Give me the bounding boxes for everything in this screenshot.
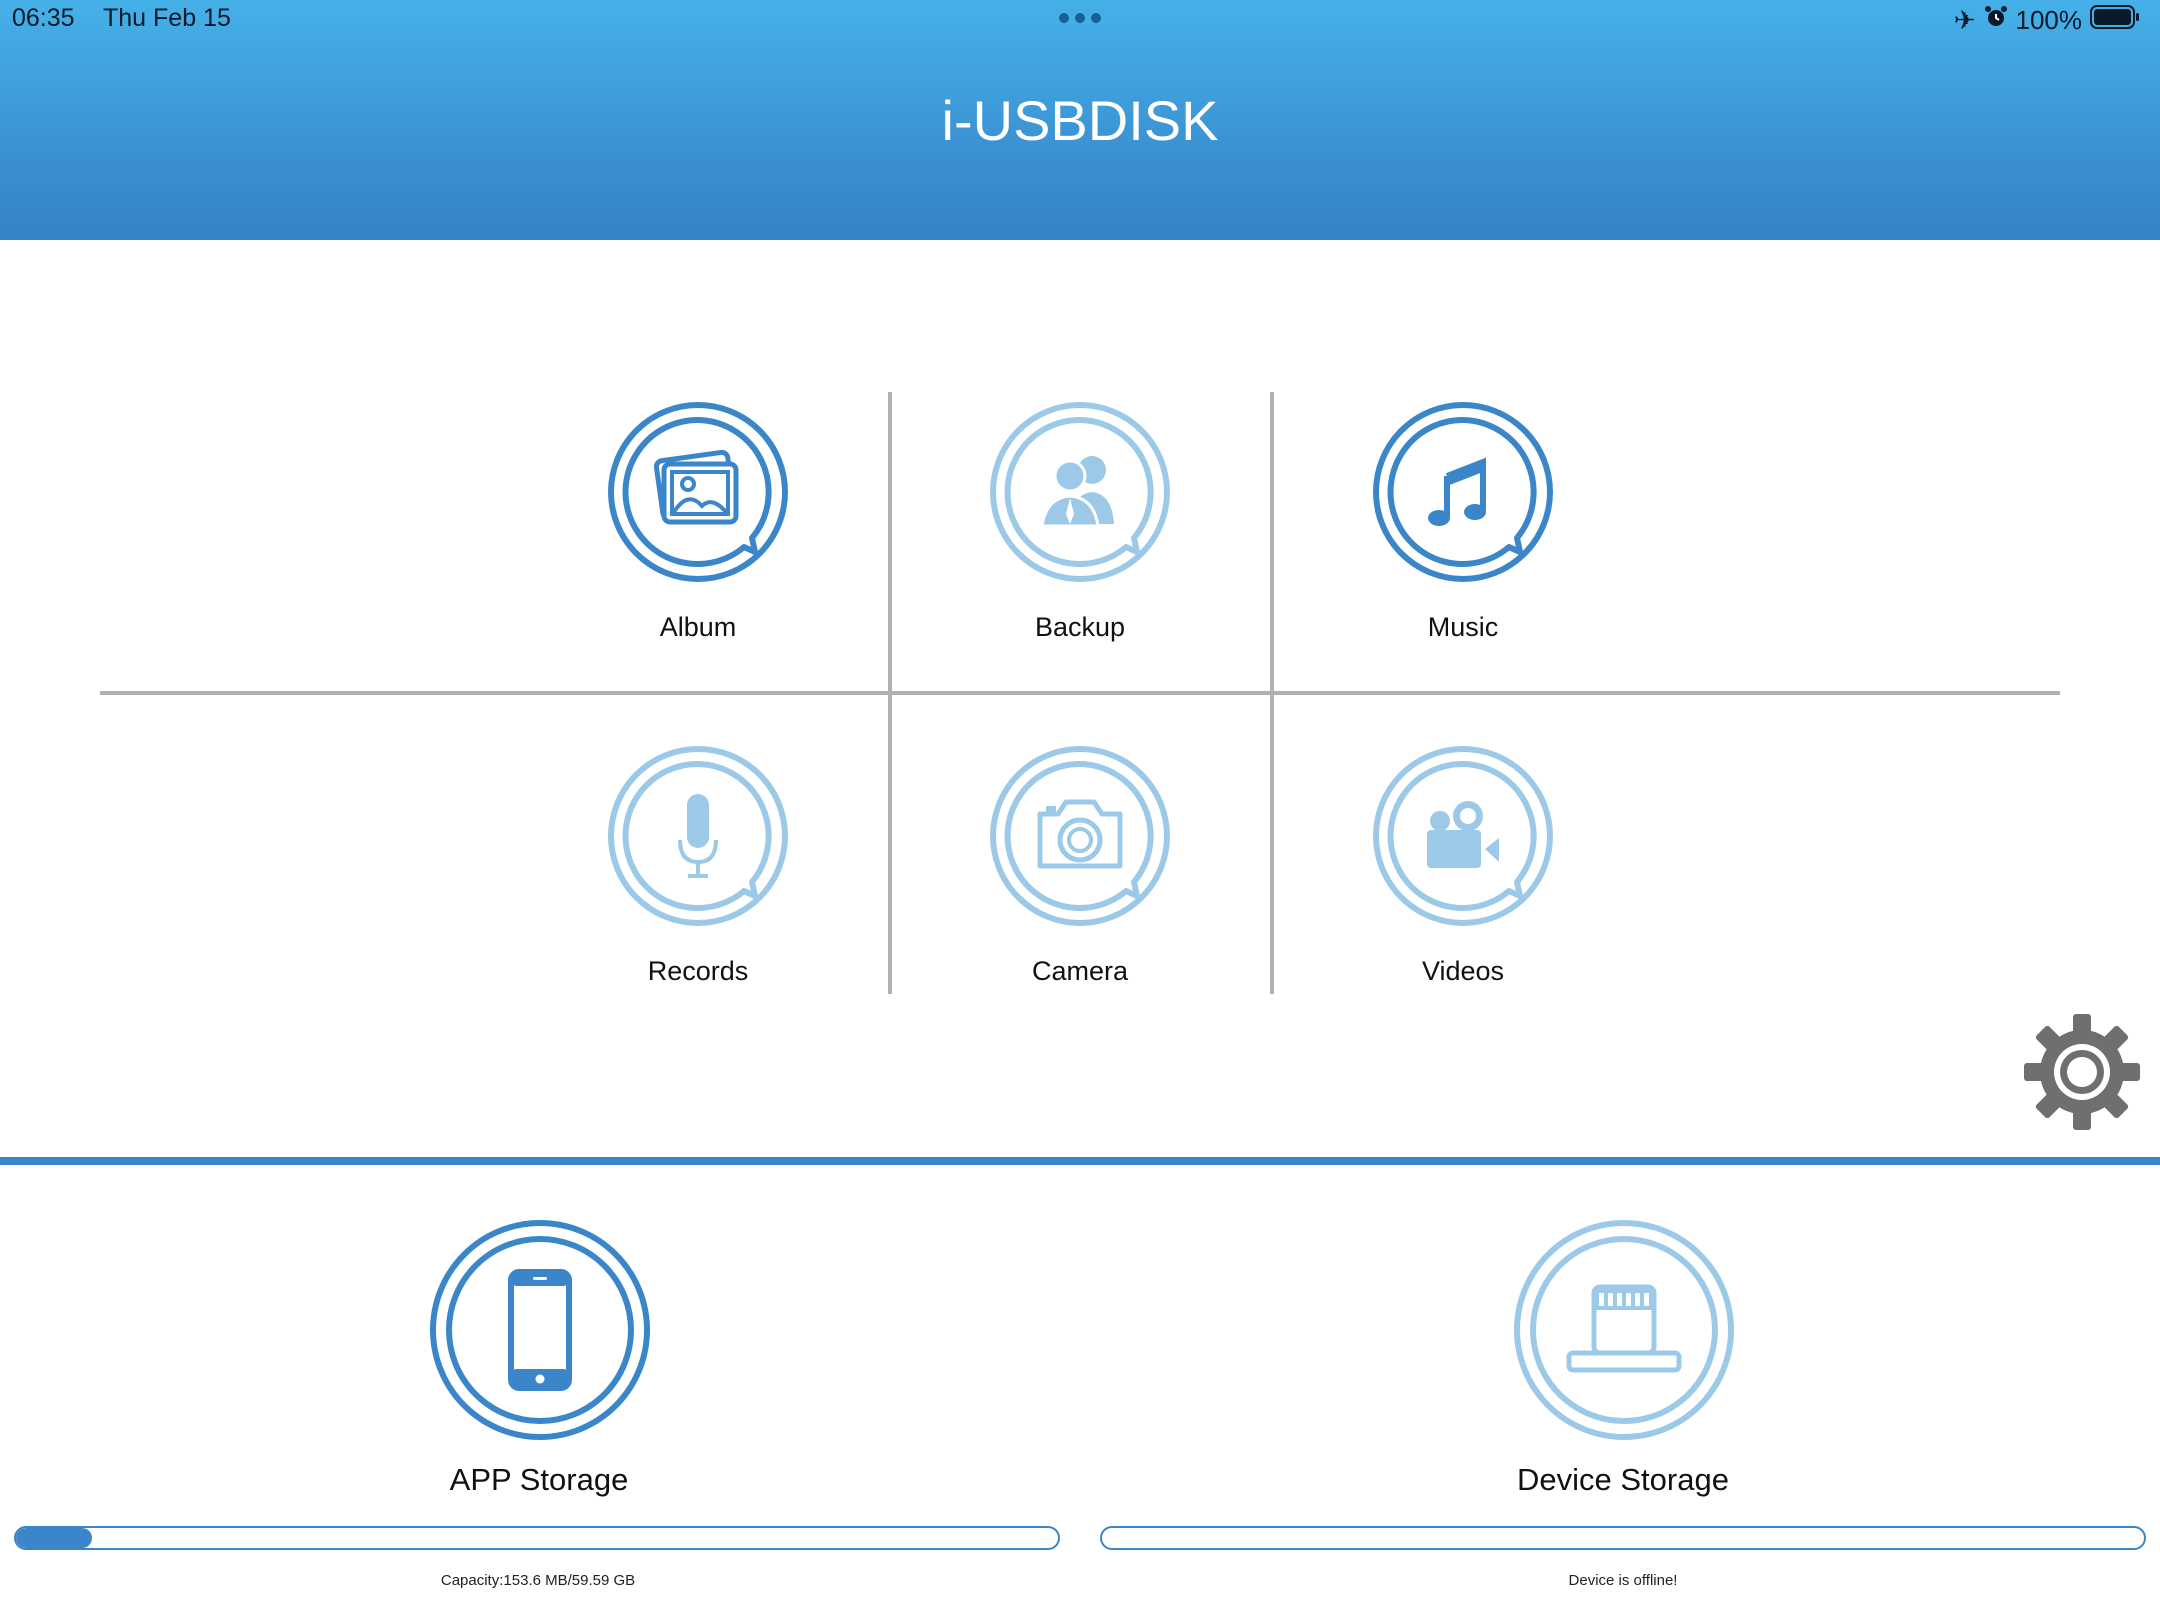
alarm-icon xyxy=(1984,5,2008,36)
phone-icon xyxy=(430,1220,650,1440)
menu-camera[interactable]: Camera xyxy=(930,746,1230,1046)
menu-records[interactable]: Records xyxy=(548,746,848,1046)
menu-backup-label: Backup xyxy=(1034,612,1126,642)
device-storage-button[interactable]: Device Storage xyxy=(1373,1219,1873,1539)
music-icon xyxy=(1373,402,1553,582)
battery-percent: 100% xyxy=(2015,4,2083,35)
section-divider xyxy=(0,1157,2160,1165)
app-storage-capacity: Capacity:153.6 MB/59.59 GB xyxy=(440,1572,636,1589)
status-time: 06:35 xyxy=(12,4,75,32)
app-storage-button[interactable]: APP Storage xyxy=(289,1219,789,1539)
device-storage-progress-bar xyxy=(1100,1526,2146,1550)
camera-icon xyxy=(990,746,1170,926)
device-storage-capacity: Device is offline! xyxy=(1568,1572,1678,1589)
app-title: i-USBDISK xyxy=(941,89,1219,152)
microphone-icon xyxy=(608,746,788,926)
menu-music-label: Music xyxy=(1427,612,1499,642)
menu-videos[interactable]: Videos xyxy=(1313,746,1613,1046)
app-storage-label: APP Storage xyxy=(449,1462,629,1497)
airplane-icon: ✈ xyxy=(1953,4,1976,35)
video-camera-icon xyxy=(1373,746,1553,926)
album-icon xyxy=(608,402,788,582)
device-storage-label: Device Storage xyxy=(1517,1462,1729,1497)
battery-icon xyxy=(2090,4,2140,37)
menu-camera-label: Camera xyxy=(1031,956,1129,986)
menu-album[interactable]: Album xyxy=(548,402,848,702)
settings-gear-icon[interactable] xyxy=(2020,1010,2144,1134)
multitasking-dots-icon[interactable] xyxy=(1058,10,1102,26)
menu-records-label: Records xyxy=(647,956,749,986)
status-date: Thu Feb 15 xyxy=(103,4,231,32)
menu-backup[interactable]: Backup xyxy=(930,402,1230,702)
menu-videos-label: Videos xyxy=(1421,956,1505,986)
app-storage-progress-bar xyxy=(14,1526,1060,1550)
menu-album-label: Album xyxy=(659,612,737,642)
status-right: ✈ 100% xyxy=(1954,3,2140,37)
menu-music[interactable]: Music xyxy=(1313,402,1613,702)
backup-icon xyxy=(990,402,1170,582)
usb-drive-icon xyxy=(1514,1220,1734,1440)
app-storage-progress-fill xyxy=(16,1528,92,1548)
